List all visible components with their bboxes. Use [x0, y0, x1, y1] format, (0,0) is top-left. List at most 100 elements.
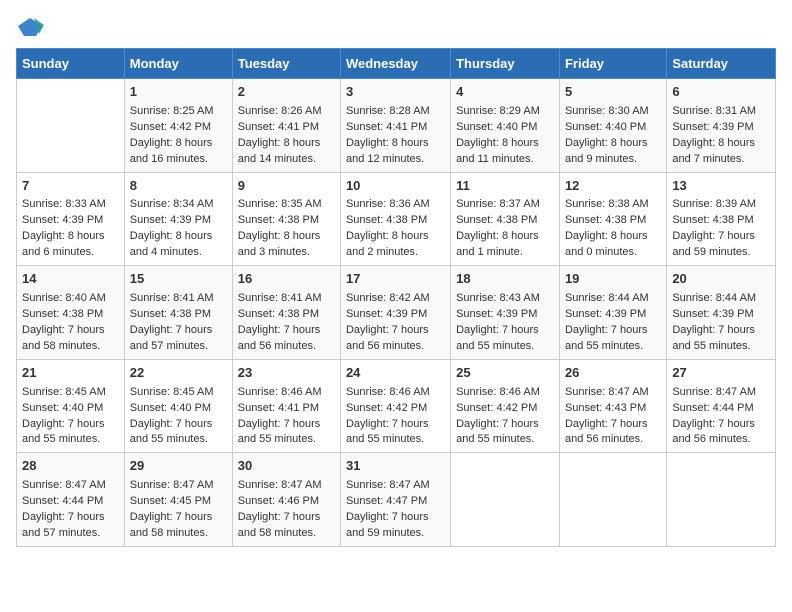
cell-content-line: Daylight: 8 hours [130, 229, 227, 245]
day-number: 21 [22, 364, 119, 383]
calendar-cell: 2Sunrise: 8:26 AMSunset: 4:41 PMDaylight… [232, 79, 340, 173]
cell-content-line: and 55 minutes. [130, 432, 227, 448]
cell-content-line: Daylight: 7 hours [456, 323, 554, 339]
cell-content-line: Daylight: 7 hours [238, 323, 335, 339]
cell-content-line: Daylight: 7 hours [565, 417, 661, 433]
cell-content-line: Daylight: 7 hours [565, 323, 661, 339]
day-number: 26 [565, 364, 661, 383]
cell-content-line: Sunrise: 8:41 AM [130, 291, 227, 307]
cell-content-line: Sunrise: 8:44 AM [565, 291, 661, 307]
cell-content-line: and 55 minutes. [456, 339, 554, 355]
cell-content-line: Sunrise: 8:46 AM [238, 385, 335, 401]
day-number: 24 [346, 364, 445, 383]
cell-content-line: and 56 minutes. [672, 432, 770, 448]
cell-content-line: and 55 minutes. [672, 339, 770, 355]
cell-content-line: Sunset: 4:39 PM [672, 307, 770, 323]
cell-content-line: Sunset: 4:40 PM [130, 401, 227, 417]
cell-content-line: Sunset: 4:38 PM [238, 213, 335, 229]
cell-content-line: Sunset: 4:43 PM [565, 401, 661, 417]
calendar-cell: 27Sunrise: 8:47 AMSunset: 4:44 PMDayligh… [667, 359, 776, 453]
cell-content-line: and 55 minutes. [456, 432, 554, 448]
day-header-thursday: Thursday [451, 49, 560, 79]
cell-content-line: and 4 minutes. [130, 245, 227, 261]
day-number: 29 [130, 457, 227, 476]
day-number: 12 [565, 177, 661, 196]
day-header-tuesday: Tuesday [232, 49, 340, 79]
calendar-header-row: SundayMondayTuesdayWednesdayThursdayFrid… [17, 49, 776, 79]
calendar-cell: 7Sunrise: 8:33 AMSunset: 4:39 PMDaylight… [17, 172, 125, 266]
day-number: 11 [456, 177, 554, 196]
calendar-cell [667, 453, 776, 547]
day-number: 17 [346, 270, 445, 289]
calendar-cell: 19Sunrise: 8:44 AMSunset: 4:39 PMDayligh… [559, 266, 666, 360]
cell-content-line: Daylight: 8 hours [565, 229, 661, 245]
day-number: 23 [238, 364, 335, 383]
cell-content-line: Sunset: 4:38 PM [238, 307, 335, 323]
cell-content-line: and 7 minutes. [672, 152, 770, 168]
cell-content-line: Sunset: 4:39 PM [672, 120, 770, 136]
cell-content-line: and 59 minutes. [346, 526, 445, 542]
cell-content-line: Sunrise: 8:47 AM [346, 478, 445, 494]
day-number: 16 [238, 270, 335, 289]
cell-content-line: Sunrise: 8:43 AM [456, 291, 554, 307]
cell-content-line: Sunset: 4:39 PM [346, 307, 445, 323]
cell-content-line: Sunrise: 8:31 AM [672, 104, 770, 120]
cell-content-line: and 57 minutes. [130, 339, 227, 355]
cell-content-line: Daylight: 7 hours [22, 417, 119, 433]
cell-content-line: Daylight: 7 hours [346, 417, 445, 433]
cell-content-line: Daylight: 7 hours [672, 229, 770, 245]
day-number: 30 [238, 457, 335, 476]
calendar-week-row: 7Sunrise: 8:33 AMSunset: 4:39 PMDaylight… [17, 172, 776, 266]
calendar-cell: 29Sunrise: 8:47 AMSunset: 4:45 PMDayligh… [124, 453, 232, 547]
cell-content-line: Sunset: 4:38 PM [22, 307, 119, 323]
calendar-week-row: 28Sunrise: 8:47 AMSunset: 4:44 PMDayligh… [17, 453, 776, 547]
cell-content-line: Sunrise: 8:25 AM [130, 104, 227, 120]
calendar-cell: 1Sunrise: 8:25 AMSunset: 4:42 PMDaylight… [124, 79, 232, 173]
cell-content-line: Sunset: 4:42 PM [346, 401, 445, 417]
calendar-cell: 31Sunrise: 8:47 AMSunset: 4:47 PMDayligh… [340, 453, 450, 547]
day-number: 14 [22, 270, 119, 289]
cell-content-line: Sunrise: 8:44 AM [672, 291, 770, 307]
cell-content-line: Sunset: 4:41 PM [238, 401, 335, 417]
cell-content-line: and 12 minutes. [346, 152, 445, 168]
cell-content-line: Daylight: 7 hours [238, 417, 335, 433]
cell-content-line: and 55 minutes. [238, 432, 335, 448]
cell-content-line: Daylight: 7 hours [456, 417, 554, 433]
cell-content-line: Daylight: 8 hours [346, 229, 445, 245]
calendar-cell: 24Sunrise: 8:46 AMSunset: 4:42 PMDayligh… [340, 359, 450, 453]
cell-content-line: Sunset: 4:44 PM [672, 401, 770, 417]
cell-content-line: Daylight: 8 hours [22, 229, 119, 245]
cell-content-line: Sunset: 4:39 PM [565, 307, 661, 323]
cell-content-line: and 55 minutes. [565, 339, 661, 355]
cell-content-line: and 14 minutes. [238, 152, 335, 168]
cell-content-line: Sunrise: 8:45 AM [22, 385, 119, 401]
calendar-cell: 10Sunrise: 8:36 AMSunset: 4:38 PMDayligh… [340, 172, 450, 266]
calendar-week-row: 21Sunrise: 8:45 AMSunset: 4:40 PMDayligh… [17, 359, 776, 453]
cell-content-line: Sunrise: 8:42 AM [346, 291, 445, 307]
cell-content-line: Sunrise: 8:36 AM [346, 197, 445, 213]
cell-content-line: and 58 minutes. [22, 339, 119, 355]
calendar-cell: 11Sunrise: 8:37 AMSunset: 4:38 PMDayligh… [451, 172, 560, 266]
calendar-cell: 4Sunrise: 8:29 AMSunset: 4:40 PMDaylight… [451, 79, 560, 173]
cell-content-line: Sunrise: 8:47 AM [565, 385, 661, 401]
cell-content-line: and 55 minutes. [346, 432, 445, 448]
calendar-cell: 15Sunrise: 8:41 AMSunset: 4:38 PMDayligh… [124, 266, 232, 360]
day-number: 6 [672, 83, 770, 102]
day-header-wednesday: Wednesday [340, 49, 450, 79]
cell-content-line: Sunset: 4:40 PM [22, 401, 119, 417]
logo-icon [16, 16, 44, 38]
cell-content-line: Sunrise: 8:47 AM [672, 385, 770, 401]
page-header [16, 16, 776, 38]
cell-content-line: and 56 minutes. [565, 432, 661, 448]
cell-content-line: Sunset: 4:41 PM [346, 120, 445, 136]
cell-content-line: Sunrise: 8:46 AM [456, 385, 554, 401]
day-number: 28 [22, 457, 119, 476]
cell-content-line: and 1 minute. [456, 245, 554, 261]
day-number: 18 [456, 270, 554, 289]
cell-content-line: and 58 minutes. [130, 526, 227, 542]
cell-content-line: Sunrise: 8:38 AM [565, 197, 661, 213]
cell-content-line: Daylight: 7 hours [346, 323, 445, 339]
day-header-monday: Monday [124, 49, 232, 79]
cell-content-line: Sunset: 4:38 PM [672, 213, 770, 229]
day-header-saturday: Saturday [667, 49, 776, 79]
